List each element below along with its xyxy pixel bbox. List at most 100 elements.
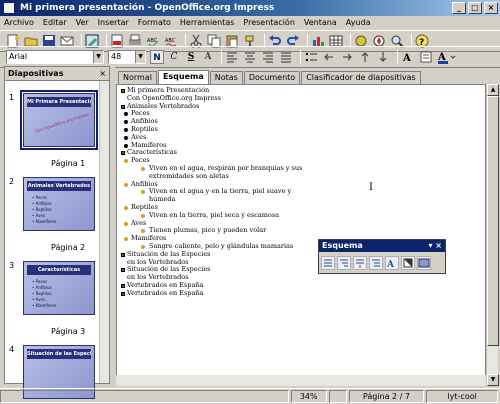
minimize-button[interactable]: _ bbox=[452, 2, 466, 14]
thumbnail-subtitle: Con OpenOffice.org Impress bbox=[34, 111, 90, 134]
outline-toolbar-titlebar[interactable]: Esquema ▾ × bbox=[319, 240, 445, 252]
svg-text:A: A bbox=[402, 53, 411, 64]
show-subpoints-icon[interactable] bbox=[369, 256, 383, 270]
tab-4[interactable]: Clasificador de diapositivas bbox=[301, 71, 421, 84]
move-down-icon[interactable] bbox=[376, 50, 390, 64]
outline-editor[interactable]: Mi primera Presentación Con OpenOffice.or… bbox=[116, 84, 486, 386]
slides-panel-title: Diapositivas bbox=[8, 69, 64, 78]
italic-button[interactable]: C bbox=[167, 50, 181, 64]
tab-1[interactable]: Esquema bbox=[157, 70, 209, 84]
slide-preview-icon[interactable] bbox=[417, 256, 431, 270]
font-name-select[interactable]: Arial ▼ bbox=[6, 50, 104, 64]
outline-text: Aves bbox=[131, 132, 147, 141]
bullet-icon bbox=[124, 182, 128, 187]
menu-item-3[interactable]: Insertar bbox=[98, 16, 129, 30]
menu-item-5[interactable]: Herramientas bbox=[180, 16, 235, 30]
outline-text: Tienen plumas, pico y pueden volar bbox=[149, 226, 267, 235]
outline-row[interactable]: Aves bbox=[121, 132, 485, 142]
underline-button[interactable]: S bbox=[184, 50, 198, 64]
outline-row[interactable]: Peces bbox=[121, 109, 485, 118]
panel-splitter[interactable] bbox=[110, 66, 115, 384]
outline-text: Viven en el agua, respiran por branquias… bbox=[149, 163, 303, 172]
bullet-icon bbox=[124, 112, 128, 117]
menu-item-0[interactable]: Archivo bbox=[4, 16, 34, 30]
outline-text: Peces bbox=[131, 156, 150, 165]
outline-toolbar-controls[interactable]: ▾ × bbox=[428, 240, 442, 252]
tab-0[interactable]: Normal bbox=[118, 71, 157, 84]
bullet-icon bbox=[124, 159, 128, 164]
font-color-icon[interactable]: A bbox=[437, 50, 457, 64]
menu-item-2[interactable]: Ver bbox=[76, 16, 89, 30]
menu-item-4[interactable]: Formato bbox=[138, 16, 171, 30]
outline-row[interactable]: húmeda bbox=[121, 195, 485, 204]
title-bar: Mi primera presentación - OpenOffice.org… bbox=[0, 0, 500, 16]
shadow-button[interactable]: A bbox=[201, 50, 215, 64]
justify-icon[interactable] bbox=[279, 50, 293, 64]
align-right-icon[interactable] bbox=[261, 50, 275, 64]
vertical-scrollbar[interactable]: ▲ ▼ bbox=[486, 84, 499, 386]
scroll-up-icon[interactable]: ▲ bbox=[487, 84, 499, 96]
outline-text: Reptiles bbox=[131, 124, 158, 133]
outline-text: Mi primera Presentación bbox=[127, 86, 210, 94]
tab-2[interactable]: Notas bbox=[209, 71, 243, 84]
outline-row[interactable]: Animales Vertebrados bbox=[121, 102, 485, 111]
bullet-icon bbox=[141, 244, 145, 249]
slide-thumbnail[interactable]: Mi Primera Presentación Con OpenOffice.or… bbox=[20, 90, 98, 150]
demote-icon[interactable] bbox=[340, 50, 354, 64]
align-center-icon[interactable] bbox=[243, 50, 257, 64]
slide-thumbnail[interactable]: Animales Vertebrados • Peces • Anfibios • R… bbox=[23, 177, 95, 231]
move-up-icon[interactable] bbox=[358, 50, 372, 64]
slide-thumbnail[interactable]: Características • Peces • Anfibios • Reptil… bbox=[23, 261, 95, 315]
outline-row[interactable]: extremidades son aletas bbox=[121, 172, 485, 181]
maximize-button[interactable]: □ bbox=[468, 2, 482, 14]
menu-item-6[interactable]: Presentación bbox=[243, 16, 295, 30]
zoom-level[interactable]: 34% bbox=[290, 390, 327, 403]
formatting-on-off-icon[interactable]: A bbox=[385, 256, 399, 270]
first-level-icon[interactable] bbox=[321, 256, 335, 270]
slides-scrollbar[interactable] bbox=[99, 81, 109, 383]
outline-row[interactable]: Características bbox=[121, 148, 485, 157]
outline-text: húmeda bbox=[149, 195, 176, 204]
slide-page-label: Página 1 bbox=[51, 159, 86, 168]
thumbnail-heading: Situación de las Especies en los Vertebr… bbox=[27, 349, 91, 359]
outline-row[interactable]: Viven en el agua y en la tierra, piel su… bbox=[121, 187, 485, 196]
all-levels-icon[interactable] bbox=[337, 256, 351, 270]
outline-text: Anfibios bbox=[131, 117, 158, 126]
menu-item-7[interactable]: Ventana bbox=[304, 16, 337, 30]
scroll-thumb[interactable] bbox=[487, 96, 499, 346]
paragraph-icon[interactable] bbox=[419, 50, 433, 64]
outline-row[interactable]: Vertebrados en España bbox=[121, 289, 485, 298]
outline-row[interactable]: Tienen plumas, pico y pueden volar bbox=[121, 226, 485, 235]
toolbar-separator bbox=[397, 50, 398, 64]
app-icon bbox=[3, 2, 15, 14]
promote-icon[interactable] bbox=[322, 50, 336, 64]
bold-button[interactable]: N bbox=[150, 50, 164, 64]
bullet-icon bbox=[124, 221, 128, 226]
outline-row[interactable]: Anfibios bbox=[121, 117, 485, 126]
hide-subpoints-icon[interactable] bbox=[353, 256, 367, 270]
svg-text:A: A bbox=[386, 260, 395, 269]
close-button[interactable]: × bbox=[484, 2, 498, 14]
slides-panel: Diapositivas × 1 Mi Primera Presentación C… bbox=[4, 66, 110, 399]
bullet-icon bbox=[141, 190, 145, 195]
close-panel-icon[interactable]: × bbox=[99, 67, 106, 81]
menu-item-1[interactable]: Editar bbox=[43, 16, 67, 30]
bullets-icon[interactable] bbox=[304, 50, 318, 64]
menu-item-8[interactable]: Ayuda bbox=[346, 16, 371, 30]
align-left-icon[interactable] bbox=[225, 50, 239, 64]
outline-row[interactable]: Reptiles bbox=[121, 124, 485, 134]
bullet-icon bbox=[141, 166, 145, 171]
bullet-icon bbox=[124, 120, 128, 125]
tab-3[interactable]: Documento bbox=[243, 71, 301, 84]
horizontal-scrollbar[interactable] bbox=[116, 375, 486, 386]
outline-text: Vertebrados en España bbox=[127, 280, 204, 289]
black-white-view-icon[interactable] bbox=[401, 256, 415, 270]
font-size-select[interactable]: 48 ▼ bbox=[108, 50, 146, 64]
scroll-down-icon[interactable]: ▼ bbox=[487, 374, 499, 386]
toolbar-separator bbox=[221, 50, 222, 64]
text-cursor-icon: I bbox=[369, 182, 373, 193]
outline-row[interactable]: Viven en la tierra, piel seca y escamosa bbox=[121, 211, 485, 220]
slide-marker-icon bbox=[121, 151, 125, 156]
outline-text: Mamíferos bbox=[131, 234, 167, 243]
character-icon[interactable]: A bbox=[401, 50, 415, 64]
